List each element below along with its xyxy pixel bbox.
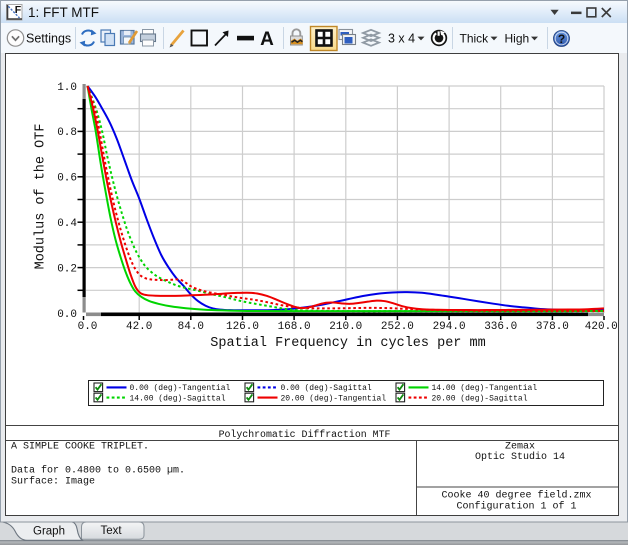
svg-text:0.6: 0.6 [57,173,77,185]
svg-text:Data for 0.4800 to 0.6500 µm.: Data for 0.4800 to 0.6500 µm. [11,465,185,477]
svg-text:Modulus of the OTF: Modulus of the OTF [34,124,49,270]
svg-text:252.0: 252.0 [381,321,414,333]
svg-text:A SIMPLE COOKE TRIPLET.: A SIMPLE COOKE TRIPLET. [11,442,149,453]
svg-text:Settings: Settings [26,32,71,46]
svg-text:294.0: 294.0 [433,321,466,333]
svg-text:20.00 (deg)-Sagittal: 20.00 (deg)-Sagittal [432,394,528,403]
svg-text:420.0: 420.0 [585,321,618,333]
svg-text:14.00 (deg)-Tangential: 14.00 (deg)-Tangential [432,384,538,393]
svg-text:3 x 4: 3 x 4 [388,32,415,46]
svg-text:210.0: 210.0 [329,321,362,333]
svg-text:High: High [505,32,530,46]
svg-text:0.0: 0.0 [78,321,98,333]
svg-text:0.4: 0.4 [57,218,77,230]
svg-text:Thick: Thick [460,32,490,46]
svg-text:378.0: 378.0 [536,321,569,333]
svg-text:Cooke 40 degree field.zmx: Cooke 40 degree field.zmx [441,490,591,502]
svg-text:0.0: 0.0 [57,309,77,321]
svg-text:?: ? [558,32,565,46]
svg-text:Surface: Image: Surface: Image [11,476,95,488]
svg-text:0.8: 0.8 [57,127,77,139]
svg-text:F: F [15,4,22,16]
svg-text:Polychromatic Diffraction MTF: Polychromatic Diffraction MTF [219,429,391,440]
svg-text:Zemax: Zemax [505,442,535,453]
svg-text:126.0: 126.0 [226,321,259,333]
svg-text:336.0: 336.0 [484,321,517,333]
svg-text:1: FFT MTF: 1: FFT MTF [28,5,99,20]
svg-text:Optic Studio 14: Optic Studio 14 [475,451,565,463]
svg-text:0.2: 0.2 [57,263,77,275]
svg-text:Graph: Graph [33,526,65,538]
svg-text:168.0: 168.0 [278,321,311,333]
svg-text:Spatial Frequency in cycles pe: Spatial Frequency in cycles per mm [210,336,485,351]
svg-text:Configuration 1 of 1: Configuration 1 of 1 [456,500,576,512]
svg-text:0.00 (deg)-Sagittal: 0.00 (deg)-Sagittal [281,384,372,393]
svg-text:1.0: 1.0 [57,82,77,94]
svg-text:Text: Text [100,525,122,537]
svg-text:84.0: 84.0 [178,321,204,333]
svg-text:14.00 (deg)-Sagittal: 14.00 (deg)-Sagittal [130,394,226,403]
svg-text:A: A [260,29,274,50]
svg-text:42.0: 42.0 [126,321,152,333]
svg-text:20.00 (deg)-Tangential: 20.00 (deg)-Tangential [281,394,387,403]
svg-text:0.00 (deg)-Tangential: 0.00 (deg)-Tangential [130,384,231,393]
